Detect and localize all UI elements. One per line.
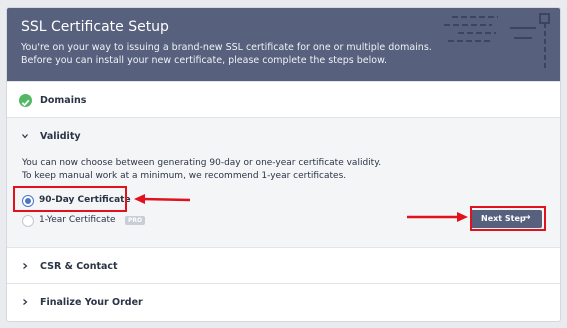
- step-domains-label: Domains: [40, 95, 87, 106]
- header-description-line-2: Before you can install your new certific…: [21, 55, 388, 66]
- page-title: SSL Certificate Setup: [21, 19, 169, 35]
- option-1-year[interactable]: 1-Year Certificate PRO: [22, 214, 152, 230]
- radio-unselected[interactable]: [22, 215, 34, 227]
- check-circle-icon: [19, 94, 32, 107]
- header-banner: SSL Certificate Setup You're on your way…: [7, 8, 560, 81]
- step-finalize-order-label: Finalize Your Order: [40, 297, 143, 308]
- annotation-arrow-left-icon: [134, 194, 191, 204]
- step-csr-contact-label: CSR & Contact: [40, 261, 118, 272]
- step-finalize-order[interactable]: Finalize Your Order: [7, 283, 560, 321]
- circuit-decoration-icon: [444, 13, 550, 68]
- step-csr-contact[interactable]: CSR & Contact: [7, 247, 560, 284]
- annotation-arrow-right-icon: [407, 212, 468, 222]
- validity-description-line-1: You can now choose between generating 90…: [22, 158, 382, 168]
- chevron-down-icon[interactable]: [21, 132, 29, 140]
- option-1-year-label: 1-Year Certificate: [39, 215, 116, 225]
- validity-description-line-2: To keep manual work at a minimum, we rec…: [22, 171, 347, 181]
- step-domains[interactable]: Domains: [7, 81, 560, 118]
- chevron-right-icon: [23, 299, 28, 305]
- step-validity-label[interactable]: Validity: [40, 131, 81, 142]
- chevron-right-icon: [23, 263, 28, 269]
- header-description-line-1: You're on your way to issuing a brand-ne…: [21, 42, 432, 53]
- pro-badge: PRO: [125, 216, 146, 225]
- annotation-highlight-90-day: [13, 186, 127, 212]
- annotation-highlight-next-step: [470, 206, 546, 231]
- ssl-setup-card: SSL Certificate Setup You're on your way…: [6, 7, 561, 322]
